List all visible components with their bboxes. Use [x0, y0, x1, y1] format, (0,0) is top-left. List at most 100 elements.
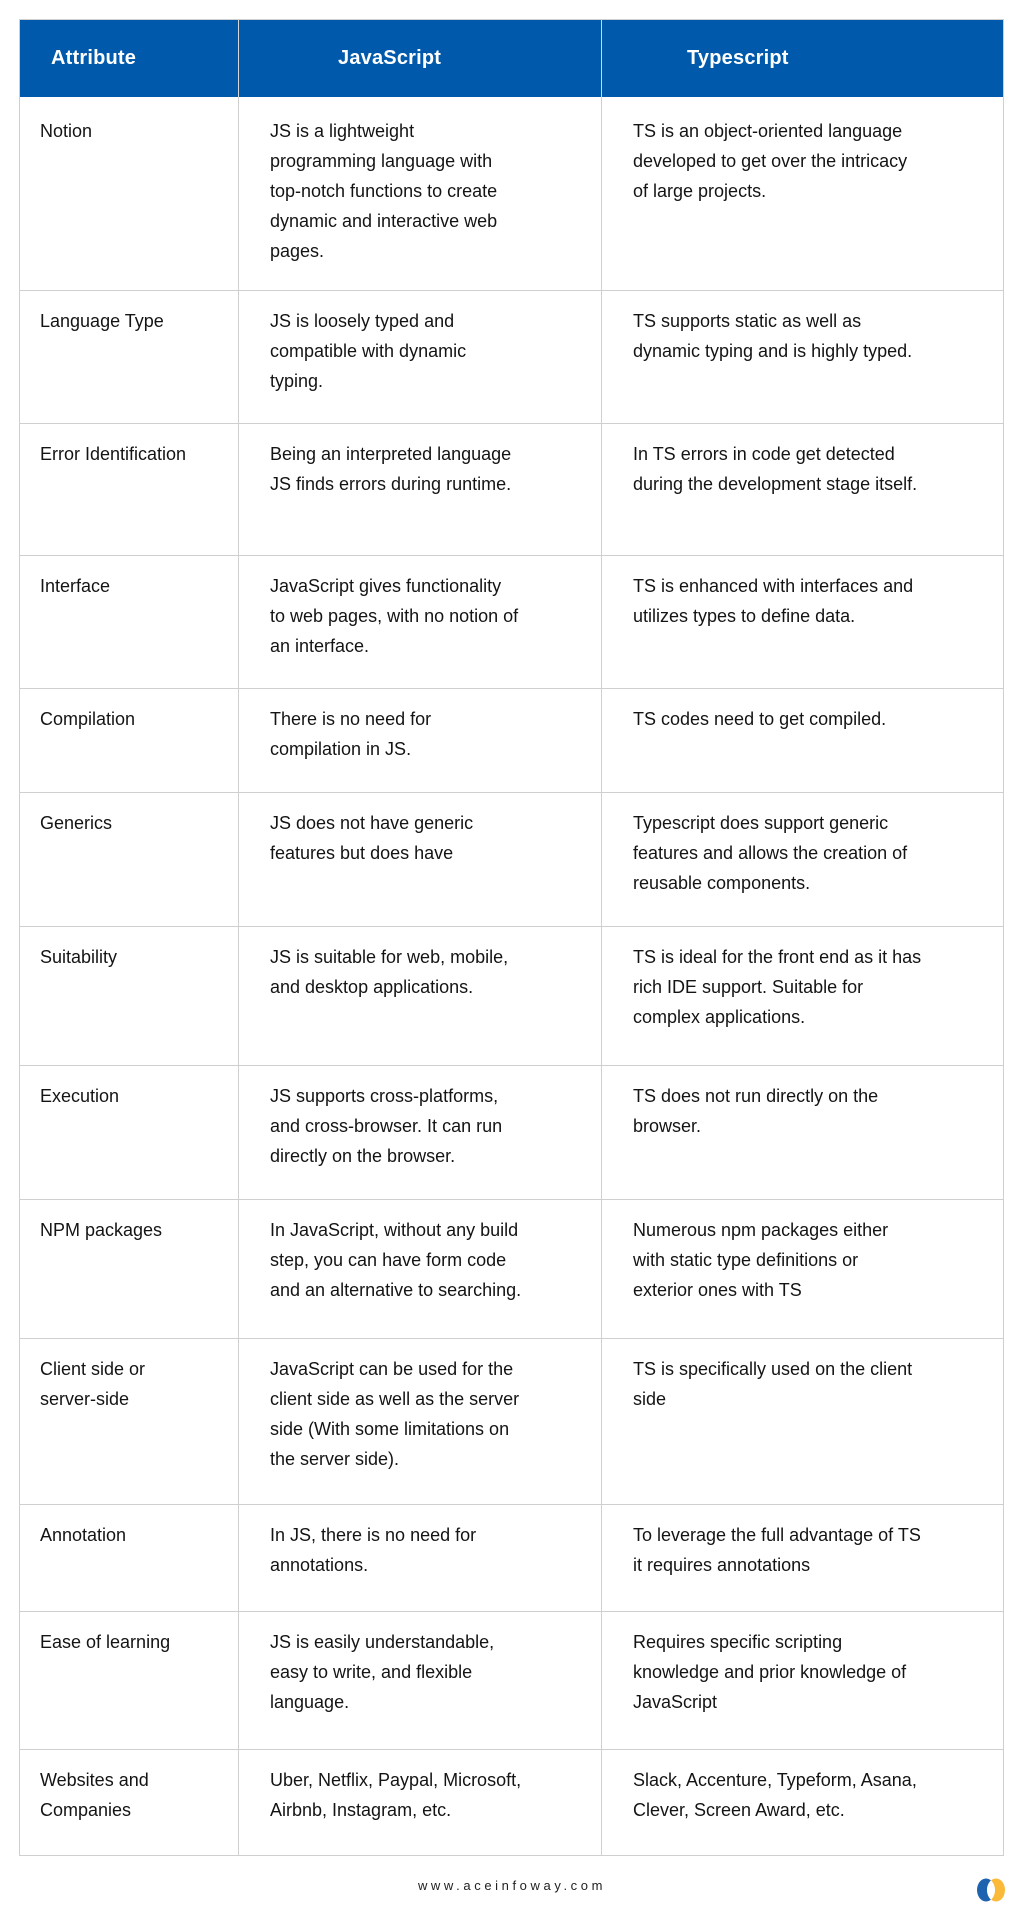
cell-text-line: JS does not have generic — [270, 813, 474, 833]
cell-text-line: In TS errors in code get detected — [633, 444, 895, 464]
cell-text-line: JavaScript can be used for the — [270, 1359, 514, 1379]
cell-text-line: developed to get over the intricacy — [633, 151, 908, 171]
cell-javascript: JavaScript gives functionality to web pag… — [238, 556, 601, 688]
cell-attribute: Error Identification — [20, 424, 238, 555]
cell-typescript: TS is an object-oriented language develop… — [601, 97, 1003, 290]
cell-attribute: Client side or server-side — [20, 1339, 238, 1504]
cell-typescript: Typescript does support generic features … — [601, 793, 1003, 926]
cell-text-line: Suitability — [40, 947, 118, 967]
cell-text-line: and desktop applications. — [270, 977, 474, 997]
cell-attribute: NPM packages — [20, 1200, 238, 1338]
cell-text-line: Language Type — [40, 311, 164, 331]
cell-text-line: features and allows the creation of — [633, 843, 908, 863]
cell-text-line: Typescript does support generic — [633, 813, 889, 833]
cell-text-line: NPM packages — [40, 1220, 163, 1240]
table-row: Websites and Companies Uber, Netflix, Payp… — [20, 1749, 1003, 1855]
cell-javascript: JS supports cross-platforms, and cross-br… — [238, 1066, 601, 1199]
header-typescript: Typescript — [601, 20, 1003, 97]
cell-text-line: Generics — [40, 813, 113, 833]
cell-javascript: JS does not have generic features but doe… — [238, 793, 601, 926]
cell-typescript: TS is specifically used on the client sid… — [601, 1339, 1003, 1504]
cell-text-line: client side as well as the server — [270, 1389, 520, 1409]
header-javascript: JavaScript — [238, 20, 601, 97]
cell-attribute: Notion — [20, 97, 238, 290]
cell-text-line: In JavaScript, without any build — [270, 1220, 519, 1240]
table-row: Suitability JS is suitable for web, mobil… — [20, 926, 1003, 1065]
cell-text-line: Execution — [40, 1086, 120, 1106]
cell-text-line: features but does have — [270, 843, 454, 863]
cell-text-line: reusable components. — [633, 873, 811, 893]
cell-text-line: with static type definitions or — [633, 1250, 859, 1270]
cell-typescript: Requires specific scripting knowledge and… — [601, 1612, 1003, 1749]
header-attribute: Attribute — [51, 47, 137, 69]
cell-text-line: exterior ones with TS — [633, 1280, 802, 1300]
cell-text-line: annotations. — [270, 1555, 369, 1575]
cell-text-line: side (With some limitations on — [270, 1419, 510, 1439]
cell-text-line: an interface. — [270, 636, 370, 656]
cell-text-line: JS is suitable for web, mobile, — [270, 947, 509, 967]
cell-text-line: To leverage the full advantage of TS — [633, 1525, 921, 1545]
cell-attribute: Language Type — [20, 291, 238, 423]
cell-text-line: easy to write, and flexible — [270, 1662, 473, 1682]
cell-text-line: Being an interpreted language — [270, 444, 512, 464]
cell-javascript: Being an interpreted language JS finds er… — [238, 424, 601, 555]
cell-attribute: Compilation — [20, 689, 238, 792]
cell-typescript: TS codes need to get compiled. — [601, 689, 1003, 792]
cell-typescript: TS does not run directly on the browser. — [601, 1066, 1003, 1199]
cell-text-line: Compilation — [40, 709, 136, 729]
cell-typescript: In TS errors in code get detected during … — [601, 424, 1003, 555]
cell-attribute: Ease of learning — [20, 1612, 238, 1749]
aceinfoway-logo-icon — [977, 1878, 1005, 1902]
cell-text-line: Notion — [40, 121, 93, 141]
cell-text-line: server-side — [40, 1389, 130, 1409]
table-row: Client side or server-side JavaScript can … — [20, 1338, 1003, 1504]
table-header: Attribute JavaScript Typescript — [20, 20, 1003, 97]
cell-text-line: utilizes types to define data. — [633, 606, 856, 626]
cell-text-line: Ease of learning — [40, 1632, 171, 1652]
cell-text-line: Client side or — [40, 1359, 146, 1379]
table-row: Execution JS supports cross-platforms, and… — [20, 1065, 1003, 1199]
table-row: Annotation In JS, there is no need for ann… — [20, 1504, 1003, 1611]
cell-text-line: typing. — [270, 371, 324, 391]
cell-javascript: In JavaScript, without any build step, yo… — [238, 1200, 601, 1338]
cell-typescript: TS supports static as well as dynamic typ… — [601, 291, 1003, 423]
cell-text-line: Interface — [40, 576, 111, 596]
cell-text-line: TS is an object-oriented language — [633, 121, 903, 141]
cell-text-line: complex applications. — [633, 1007, 806, 1027]
cell-typescript: TS is ideal for the front end as it has r… — [601, 927, 1003, 1065]
cell-javascript: JS is suitable for web, mobile, and deskt… — [238, 927, 601, 1065]
cell-text-line: dynamic and interactive web — [270, 211, 498, 231]
cell-text-line: Numerous npm packages either — [633, 1220, 889, 1240]
cell-typescript: Slack, Accenture, Typeform, Asana, Clever… — [601, 1750, 1003, 1855]
cell-typescript: TS is enhanced with interfaces and utiliz… — [601, 556, 1003, 688]
cell-javascript: In JS, there is no need for annotations. — [238, 1505, 601, 1611]
cell-text-line: dynamic typing and is highly typed. — [633, 341, 913, 361]
cell-text-line: compilation in JS. — [270, 739, 412, 759]
table-row: Compilation There is no need for compilati… — [20, 688, 1003, 792]
cell-text-line: rich IDE support. Suitable for — [633, 977, 864, 997]
cell-text-line: it requires annotations — [633, 1555, 811, 1575]
cell-attribute: Websites and Companies — [20, 1750, 238, 1855]
cell-text-line: programming language with — [270, 151, 493, 171]
cell-attribute: Generics — [20, 793, 238, 926]
table-row: Interface JavaScript gives functionality t… — [20, 555, 1003, 688]
cell-text-line: JS is loosely typed and — [270, 311, 455, 331]
cell-typescript: Numerous npm packages either with static … — [601, 1200, 1003, 1338]
cell-text-line: knowledge and prior knowledge of — [633, 1662, 907, 1682]
cell-text-line: JS supports cross-platforms, — [270, 1086, 499, 1106]
cell-text-line: JS finds errors during runtime. — [270, 474, 512, 494]
cell-text-line: the server side). — [270, 1449, 400, 1469]
cell-text-line: Requires specific scripting — [633, 1632, 843, 1652]
table-row: Notion JS is a lightweight programming lan… — [20, 97, 1003, 290]
table-row: Generics JS does not have generic features… — [20, 792, 1003, 926]
cell-text-line: JavaScript — [633, 1692, 718, 1712]
table-row: Error Identification Being an interpreted… — [20, 423, 1003, 555]
cell-javascript: JS is loosely typed and compatible with d… — [238, 291, 601, 423]
cell-text-line: browser. — [633, 1116, 702, 1136]
cell-text-line: There is no need for — [270, 709, 432, 729]
cell-attribute: Suitability — [20, 927, 238, 1065]
cell-javascript: Uber, Netflix, Paypal, Microsoft, Airbnb,… — [238, 1750, 601, 1855]
cell-text-line: side — [633, 1389, 667, 1409]
cell-text-line: compatible with dynamic — [270, 341, 467, 361]
table-body: Notion JS is a lightweight programming lan… — [20, 97, 1003, 1855]
